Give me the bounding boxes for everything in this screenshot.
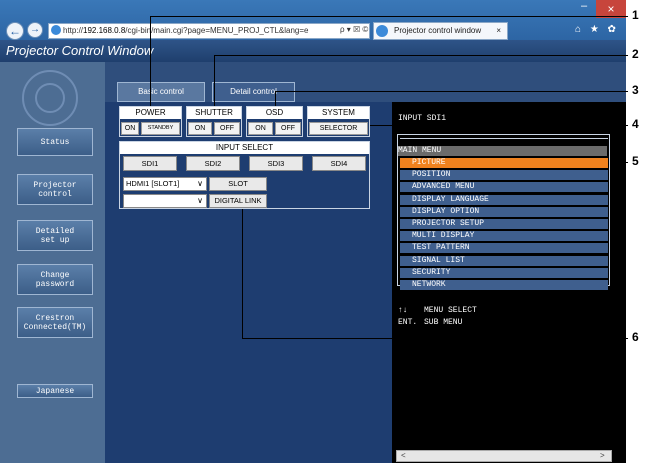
sidebar-item-crestron[interactable]: Crestron Connected(TM) <box>17 307 93 338</box>
shutter-title: SHUTTER <box>187 107 241 119</box>
address-host: 192.168.0.8 <box>83 26 126 35</box>
digital-link-button[interactable]: DIGITAL LINK <box>209 194 267 208</box>
input-sdi3-button[interactable]: SDI3 <box>249 156 303 171</box>
callout-line-2v <box>214 55 215 106</box>
callout-line-6v <box>242 209 243 338</box>
shutter-off-button[interactable]: OFF <box>214 122 240 135</box>
input-sdi1-button[interactable]: SDI1 <box>123 156 177 171</box>
osd-menu-item: POSITION <box>400 170 608 181</box>
address-bar[interactable]: http://192.168.0.8/cgi-bin/main.cgi?page… <box>48 23 370 39</box>
callout-line-1v <box>150 16 151 106</box>
power-title: POWER <box>120 107 181 119</box>
sidebar-item-status[interactable]: Status <box>17 128 93 156</box>
input-sdi2-button[interactable]: SDI2 <box>186 156 240 171</box>
callout-line-5 <box>610 162 628 163</box>
back-arrow-icon[interactable]: ← <box>6 22 24 40</box>
slot-select-value: HDMI1 [SLOT1] <box>126 179 180 188</box>
chevron-down-icon: ∨ <box>197 196 203 205</box>
osd-hint-arrows: ↑↓ <box>398 306 408 315</box>
callout-5: 5 <box>632 154 639 168</box>
osd-hint-ent: ENT. <box>398 318 418 327</box>
osd-menu-item: SIGNAL LIST <box>400 255 608 266</box>
shutter-on-button[interactable]: ON <box>188 122 212 135</box>
callout-6: 6 <box>632 330 639 344</box>
scroll-left-icon[interactable]: < <box>401 451 406 460</box>
callout-1: 1 <box>632 8 639 22</box>
callout-line-2 <box>214 55 628 56</box>
osd-menu-item: MULTI DISPLAY <box>400 231 608 242</box>
slot-select[interactable]: HDMI1 [SLOT1] ∨ <box>123 177 207 191</box>
osd-on-button[interactable]: ON <box>248 122 273 135</box>
sidebar-item-projector-control[interactable]: Projector control <box>17 174 93 205</box>
osd-title: OSD <box>247 107 302 119</box>
callout-4: 4 <box>632 117 639 131</box>
browser-tab[interactable]: Projector control window × <box>373 22 508 40</box>
osd-menu-divider <box>400 138 608 139</box>
sidebar-item-detailed-setup[interactable]: Detailed set up <box>17 220 93 251</box>
logo-inner-icon <box>35 83 65 113</box>
osd-menu-item: NETWORK <box>400 280 608 290</box>
tab-favicon-icon <box>376 25 388 37</box>
osd-input-label: INPUT SDI1 <box>398 114 447 123</box>
osd-menu-item: PROJECTOR SETUP <box>400 219 608 229</box>
address-tools-icons[interactable]: ρ ▾ ☒ © <box>340 25 368 34</box>
tab-close-icon[interactable]: × <box>496 23 501 39</box>
digital-link-select[interactable]: ∨ <box>123 194 207 208</box>
osd-off-button[interactable]: OFF <box>275 122 301 135</box>
input-sdi4-button[interactable]: SDI4 <box>312 156 366 171</box>
home-star-gear-icons[interactable]: ⌂ ★ ✿ <box>575 24 619 35</box>
callout-2: 2 <box>632 47 639 61</box>
tab-title: Projector control window <box>394 26 482 35</box>
osd-hint-menu-select: MENU SELECT <box>424 306 477 315</box>
callout-line-1 <box>150 16 628 17</box>
tab-detail-control[interactable]: Detail control <box>212 82 295 102</box>
forward-arrow-icon[interactable]: → <box>27 22 43 38</box>
sidebar-item-change-password[interactable]: Change password <box>17 264 93 295</box>
callout-line-4 <box>370 125 628 126</box>
osd-main-menu-header: MAIN MENU <box>398 146 607 156</box>
ie-page-icon <box>51 25 61 35</box>
power-standby-button[interactable]: STANDBY <box>141 122 180 135</box>
address-path: /cgi-bin/main.cgi?page=MENU_PROJ_CTL&lan… <box>125 26 309 35</box>
slot-button[interactable]: SLOT <box>209 177 267 191</box>
callout-line-6 <box>242 338 628 339</box>
window-title: Projector Control Window <box>0 40 626 62</box>
osd-menu-item: TEST PATTERN <box>400 243 608 254</box>
osd-menu-item: DISPLAY LANGUAGE <box>400 194 608 205</box>
input-select-title: INPUT SELECT <box>120 142 369 154</box>
chevron-down-icon: ∨ <box>197 179 203 188</box>
address-prefix: http:// <box>63 26 84 35</box>
power-on-button[interactable]: ON <box>121 122 139 135</box>
horizontal-scrollbar[interactable] <box>396 450 612 462</box>
system-title: SYSTEM <box>308 107 369 119</box>
sidebar-item-japanese[interactable]: Japanese <box>17 384 93 398</box>
osd-menu-item: ADVANCED MENU <box>400 182 608 193</box>
osd-hint-sub-menu: SUB MENU <box>424 318 463 327</box>
scroll-right-icon[interactable]: > <box>600 451 605 460</box>
osd-menu-item: DISPLAY OPTION <box>400 206 608 217</box>
osd-menu-item: SECURITY <box>400 267 608 278</box>
callout-line-3 <box>275 91 628 92</box>
callout-3: 3 <box>632 83 639 97</box>
callout-line-3v <box>275 91 276 106</box>
osd-menu-item: PICTURE <box>400 158 608 168</box>
system-selector-button[interactable]: SELECTOR <box>309 122 368 135</box>
tab-basic-control[interactable]: Basic control <box>117 82 205 102</box>
